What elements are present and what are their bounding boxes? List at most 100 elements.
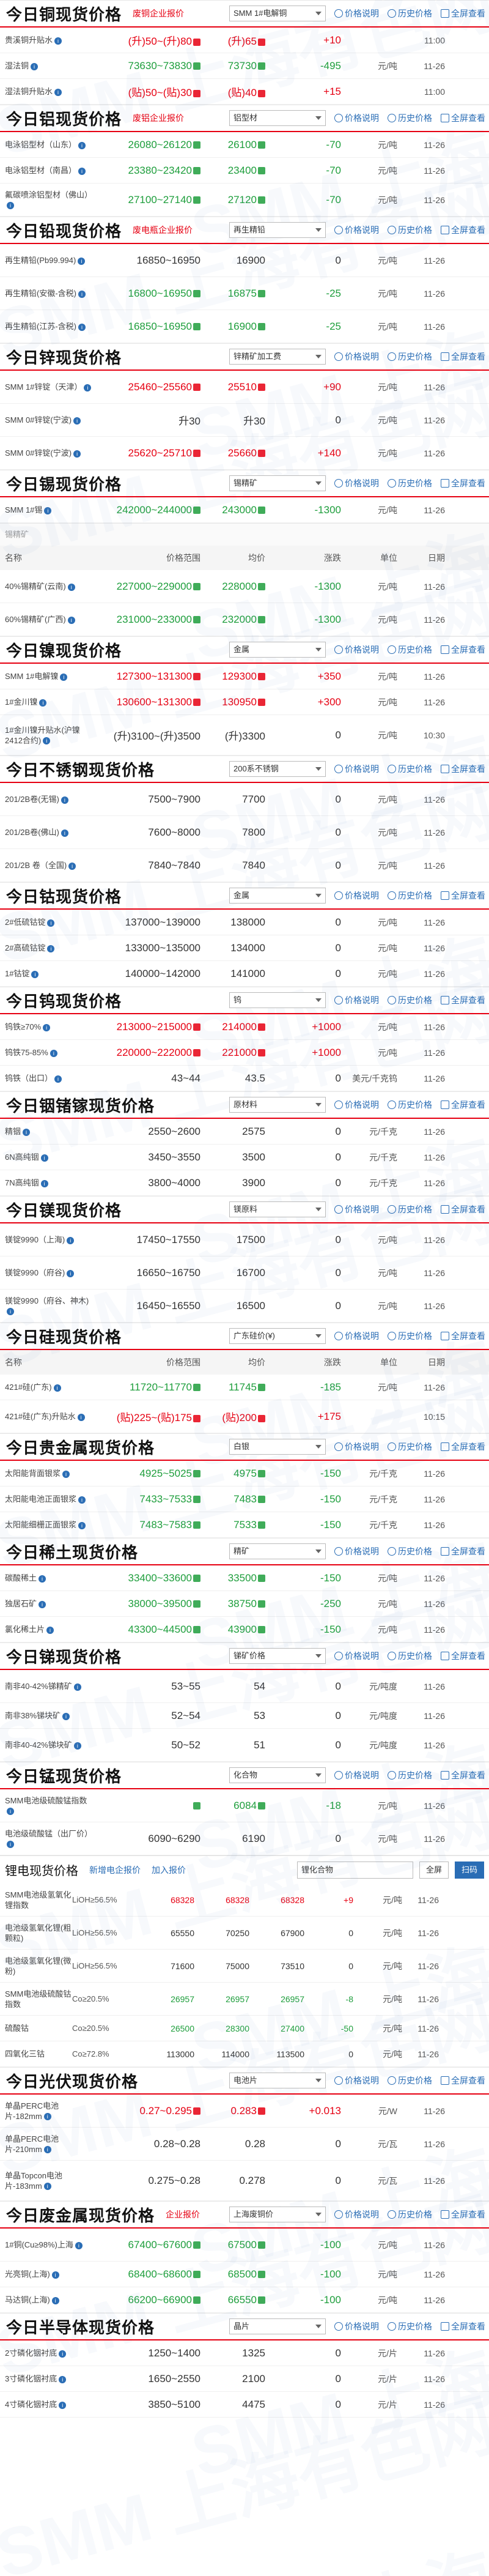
category-select[interactable]: 再生精铅	[229, 222, 326, 238]
price-desc-link[interactable]: 价格说明	[334, 477, 379, 489]
info-icon[interactable]: i	[73, 1683, 81, 1691]
info-icon[interactable]: i	[39, 1600, 46, 1608]
info-icon[interactable]: i	[61, 829, 68, 837]
price-desc-link[interactable]: 价格说明	[334, 1330, 379, 1342]
info-icon[interactable]: i	[75, 2241, 83, 2249]
info-icon[interactable]: i	[62, 1470, 70, 1478]
price-row[interactable]: SMM 1#电解镍 i 127300~131300 129300 +350 元/吨 11-2…	[0, 664, 489, 689]
info-icon[interactable]: i	[31, 970, 39, 978]
price-row[interactable]: 1#金川镍 i 130600~131300 130950 +300 元/吨 11-26	[0, 689, 489, 715]
category-select[interactable]: 锌精矿加工费	[229, 349, 326, 365]
info-icon[interactable]: i	[40, 1179, 48, 1187]
category-select[interactable]: 电池片	[229, 2073, 326, 2088]
price-row[interactable]: 钨铁75-85% i 220000~222000 221000 +1000 元/吨 11-2…	[0, 1040, 489, 1066]
price-row[interactable]: 单晶Topcon电池片-183mm i 0.275~0.28 0.278 0 元/瓦 11-…	[0, 2161, 489, 2201]
history-link[interactable]: 历史价格	[388, 889, 432, 902]
price-row[interactable]: 6N高纯铟 i 3450~3550 3500 0 元/千克 11-26	[0, 1145, 489, 1170]
history-link[interactable]: 历史价格	[388, 2208, 432, 2221]
info-icon[interactable]: i	[59, 2401, 67, 2409]
info-icon[interactable]: i	[78, 290, 86, 298]
price-row[interactable]: 湿法铜升贴水 i (贴)50~(贴)30 (贴)40 +15 11:00	[0, 79, 489, 105]
category-select[interactable]: 金属	[229, 642, 326, 658]
fullscreen-link[interactable]: 全屏查看	[441, 2320, 485, 2333]
enterprise-quote-link[interactable]: 废铜企业报价	[133, 7, 184, 20]
info-icon[interactable]: i	[40, 1154, 48, 1162]
info-icon[interactable]: i	[54, 37, 62, 45]
price-row[interactable]: 太阳能电池正面银浆 i 7433~7533 7483 -150 元/千克 11-26	[0, 1487, 489, 1512]
info-icon[interactable]: i	[78, 1521, 86, 1529]
info-icon[interactable]: i	[54, 1075, 62, 1083]
info-icon[interactable]: i	[47, 919, 55, 927]
price-row[interactable]: 3寸磷化铟衬底 i 1650~2550 2100 0 元/片 11-26	[0, 2366, 489, 2392]
fullscreen-link[interactable]: 全屏查看	[441, 477, 485, 489]
info-icon[interactable]: i	[43, 2113, 51, 2121]
info-icon[interactable]: i	[7, 1308, 14, 1316]
history-link[interactable]: 历史价格	[388, 1441, 432, 1453]
price-row[interactable]: 钨铁≥70% i 213000~215000 214000 +1000 元/吨 11-26	[0, 1014, 489, 1040]
history-link[interactable]: 历史价格	[388, 1203, 432, 1216]
history-link[interactable]: 历史价格	[388, 477, 432, 489]
enterprise-quote-link[interactable]: 废电瓶企业报价	[133, 224, 193, 236]
history-link[interactable]: 历史价格	[388, 7, 432, 20]
history-link[interactable]: 历史价格	[388, 2074, 432, 2087]
price-row[interactable]: 1#铜(Cu≥98%)上海 i 67400~67600 67500 -100 元/吨 11-…	[0, 2229, 489, 2262]
price-row[interactable]: 钨铁（出口） i 43~44 43.5 0 美元/千克钨 11-26	[0, 1066, 489, 1091]
lithium-select[interactable]: 锂化合物	[296, 1861, 413, 1879]
price-row[interactable]: SMM 1#锡 i 242000~244000 243000 -1300 元/吨 11-26	[0, 497, 489, 523]
category-select[interactable]: 广东硅价(¥)	[229, 1328, 326, 1344]
info-icon[interactable]: i	[67, 1269, 75, 1277]
fullscreen-link[interactable]: 全屏查看	[441, 1441, 485, 1453]
history-link[interactable]: 历史价格	[388, 1650, 432, 1662]
price-row[interactable]: 2寸磷化铟衬底 i 1250~1400 1325 0 元/片 11-26	[0, 2340, 489, 2366]
price-row[interactable]: 光亮铜(上海) i 68400~68600 68500 -100 元/吨 11-26	[0, 2262, 489, 2287]
info-icon[interactable]: i	[43, 2146, 51, 2154]
info-icon[interactable]: i	[43, 2183, 51, 2191]
info-icon[interactable]: i	[78, 167, 86, 175]
fullscreen-link[interactable]: 全屏查看	[441, 1650, 485, 1662]
info-icon[interactable]: i	[43, 1023, 51, 1031]
fullscreen-link[interactable]: 全屏查看	[441, 351, 485, 363]
price-row[interactable]: 421#硅(广东)升贴水 i (贴)225~(贴)175 (贴)200 +175 10:1…	[0, 1400, 489, 1433]
info-icon[interactable]: i	[43, 737, 51, 745]
history-link[interactable]: 历史价格	[388, 2320, 432, 2333]
info-icon[interactable]: i	[51, 2296, 59, 2304]
price-desc-link[interactable]: 价格说明	[334, 1441, 379, 1453]
info-icon[interactable]: i	[67, 616, 75, 624]
price-row[interactable]: 421#硅(广东) i 11720~11770 11745 -185 元/吨 11-26	[0, 1375, 489, 1400]
price-desc-link[interactable]: 价格说明	[334, 994, 379, 1006]
info-icon[interactable]: i	[78, 141, 86, 149]
price-row[interactable]: 南非40-42%锑精矿 i 53~55 54 0 元/吨度 11-26	[0, 1670, 489, 1703]
category-select[interactable]: 白银	[229, 1439, 326, 1455]
lithium-link-add-enterprise[interactable]: 新增电企报价	[89, 1864, 141, 1876]
history-link[interactable]: 历史价格	[388, 994, 432, 1006]
info-icon[interactable]: i	[47, 945, 55, 952]
lithium-row[interactable]: 电池级氢氧化锂(粗颗粒) LiOH≥56.5% 65550 70250 67900 0 元/…	[0, 1917, 489, 1950]
price-desc-link[interactable]: 价格说明	[334, 1769, 379, 1781]
fullscreen-link[interactable]: 全屏查看	[441, 1545, 485, 1557]
price-desc-link[interactable]: 价格说明	[334, 7, 379, 20]
lithium-scan-button[interactable]: 扫码	[454, 1861, 484, 1879]
price-desc-link[interactable]: 价格说明	[334, 2208, 379, 2221]
price-row[interactable]: 1#金川镍升贴水(沪镍2412合约) i (升)3100~(升)3500 (升)330…	[0, 715, 489, 755]
history-link[interactable]: 历史价格	[388, 112, 432, 124]
category-select[interactable]: 上海废铜价	[229, 2207, 326, 2222]
price-desc-link[interactable]: 价格说明	[334, 112, 379, 124]
info-icon[interactable]: i	[46, 1626, 54, 1634]
category-select[interactable]: 锡精矿	[229, 475, 326, 491]
fullscreen-link[interactable]: 全屏查看	[441, 763, 485, 775]
enterprise-quote-link[interactable]: 废铝企业报价	[133, 112, 184, 124]
price-row[interactable]: 201/2B卷(无锡) i 7500~7900 7700 0 元/吨 11-26	[0, 783, 489, 816]
price-row[interactable]: 碳酸稀土 i 33400~33600 33500 -150 元/吨 11-26	[0, 1565, 489, 1591]
info-icon[interactable]: i	[61, 796, 68, 804]
price-row[interactable]: 单晶PERC电池片-210mm i 0.28~0.28 0.28 0 元/瓦 11-26	[0, 2128, 489, 2161]
price-row[interactable]: 再生精铅(Pb99.994) i 16850~16950 16900 0 元/吨 11-26	[0, 244, 489, 277]
history-link[interactable]: 历史价格	[388, 1545, 432, 1557]
fullscreen-link[interactable]: 全屏查看	[441, 1330, 485, 1342]
price-desc-link[interactable]: 价格说明	[334, 889, 379, 902]
info-icon[interactable]: i	[59, 2350, 67, 2358]
price-desc-link[interactable]: 价格说明	[334, 224, 379, 236]
price-row[interactable]: 南非38%锑块矿 i 52~54 53 0 元/吨度 11-26	[0, 1703, 489, 1729]
info-icon[interactable]: i	[39, 1575, 46, 1583]
info-icon[interactable]: i	[7, 202, 14, 210]
info-icon[interactable]: i	[77, 1413, 85, 1421]
